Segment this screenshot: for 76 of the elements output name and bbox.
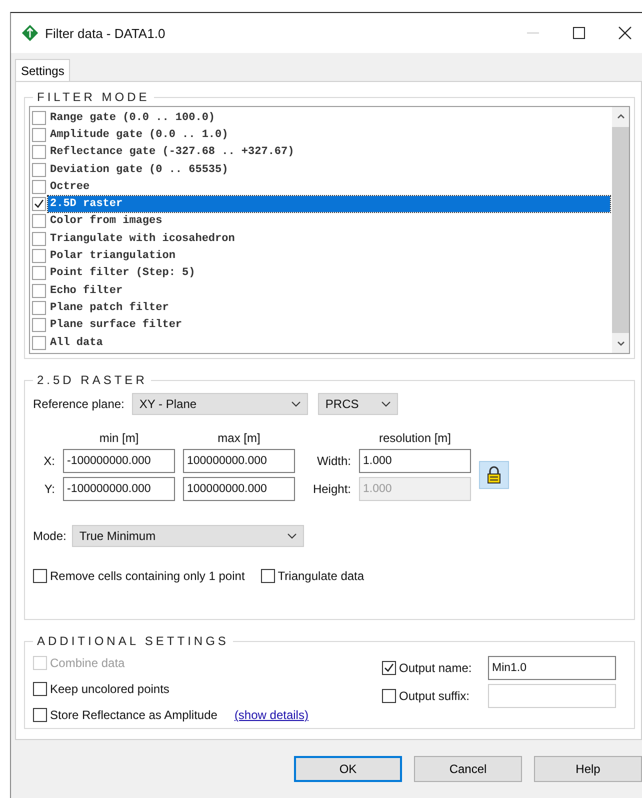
- list-item[interactable]: Deviation gate (0 .. 65535): [48, 162, 610, 178]
- column-header: min [m]: [98, 431, 140, 445]
- list-item[interactable]: Plane surface filter: [48, 317, 610, 334]
- mode-dropdown[interactable]: True Minimum: [72, 525, 304, 547]
- field-label: Reference plane:: [33, 397, 124, 411]
- window-title: Filter data - DATA1.0: [45, 26, 166, 40]
- maximize-icon[interactable]: [572, 26, 586, 40]
- coordinate-system-dropdown[interactable]: PRCS: [318, 393, 398, 415]
- checkbox[interactable]: [32, 249, 46, 264]
- list-item[interactable]: Echo filter: [48, 282, 610, 299]
- field-label: Height:: [312, 482, 351, 496]
- checkbox[interactable]: [33, 569, 47, 583]
- min-field[interactable]: -100000000.000: [63, 449, 175, 473]
- checkbox-label: Remove cells containing only 1 point: [50, 569, 245, 583]
- checkbox[interactable]: [32, 128, 46, 142]
- checkbox-label: Triangulate data: [278, 569, 364, 583]
- chevron-down-icon: [291, 401, 302, 407]
- checkbox-label: Output name:: [399, 661, 473, 675]
- close-icon[interactable]: [618, 26, 632, 40]
- checkbox[interactable]: [32, 162, 46, 177]
- list-item[interactable]: Color from images: [48, 213, 610, 230]
- reference-plane-dropdown[interactable]: XY - Plane: [132, 393, 308, 415]
- checkbox[interactable]: [382, 689, 396, 703]
- show-details-link[interactable]: (show details): [234, 708, 308, 722]
- checkbox[interactable]: [32, 300, 46, 315]
- column-header: max [m]: [216, 431, 262, 445]
- list-item[interactable]: All data: [48, 334, 610, 350]
- checkbox[interactable]: [33, 708, 47, 722]
- padlock-icon: [486, 466, 502, 484]
- dialog-button[interactable]: OK: [294, 756, 402, 782]
- checkbox[interactable]: [32, 214, 46, 228]
- list-item[interactable]: Point filter (Step: 5): [48, 265, 610, 282]
- list-item[interactable]: Range gate (0.0 .. 100.0): [48, 110, 610, 126]
- field-label: X:: [42, 454, 55, 468]
- chevron-down-icon: [287, 533, 298, 539]
- group-title: 2.5D RASTER: [36, 373, 148, 387]
- text-field[interactable]: Min1.0: [488, 656, 616, 680]
- checkbox[interactable]: [32, 318, 46, 332]
- chevron-down-icon: [381, 401, 392, 407]
- checkbox[interactable]: [32, 266, 46, 280]
- checkbox[interactable]: [32, 197, 46, 212]
- list-item[interactable]: Reflectance gate (-327.68 .. +327.67): [48, 144, 610, 160]
- list-item[interactable]: 2.5D raster: [48, 196, 610, 212]
- column-header: resolution [m]: [378, 431, 452, 445]
- checkbox-label: Keep uncolored points: [50, 682, 170, 696]
- checkbox[interactable]: [32, 180, 46, 194]
- group-title: ADDITIONAL SETTINGS: [36, 634, 230, 648]
- field-label: Y:: [43, 482, 55, 496]
- field-label: Width:: [316, 454, 351, 468]
- scrollbar[interactable]: [612, 107, 629, 353]
- list-item[interactable]: Amplitude gate (0.0 .. 1.0): [48, 126, 610, 143]
- checkbox-label: Output suffix:: [399, 689, 470, 703]
- app-logo-icon: [21, 24, 39, 42]
- checkbox[interactable]: [32, 284, 46, 298]
- settings-tab[interactable]: Settings: [15, 59, 70, 81]
- list-item[interactable]: Triangulate with icosahedron: [48, 230, 610, 247]
- field-label: Mode:: [33, 529, 66, 543]
- list-item[interactable]: Polar triangulation: [48, 248, 610, 264]
- checkbox[interactable]: [33, 682, 47, 696]
- max-field[interactable]: 100000000.000: [183, 449, 295, 473]
- dialog-button[interactable]: Cancel: [414, 756, 522, 782]
- dialog-button[interactable]: Help: [534, 756, 642, 782]
- text-field[interactable]: [488, 684, 616, 708]
- checkbox[interactable]: [32, 145, 46, 160]
- list-item[interactable]: Octree: [48, 178, 610, 195]
- checkbox[interactable]: [32, 232, 46, 246]
- lock-button[interactable]: [479, 461, 509, 489]
- checkbox[interactable]: [382, 661, 396, 675]
- checkbox[interactable]: [32, 110, 46, 125]
- list-item[interactable]: Plane patch filter: [48, 300, 610, 316]
- checkbox[interactable]: [32, 336, 46, 350]
- resolution-field[interactable]: 1.000: [359, 449, 471, 473]
- checkbox-label: Combine data: [50, 656, 125, 670]
- checkbox-label: Store Reflectance as Amplitude: [50, 708, 218, 722]
- group-title: FILTER MODE: [36, 90, 151, 104]
- checkbox[interactable]: [260, 569, 275, 583]
